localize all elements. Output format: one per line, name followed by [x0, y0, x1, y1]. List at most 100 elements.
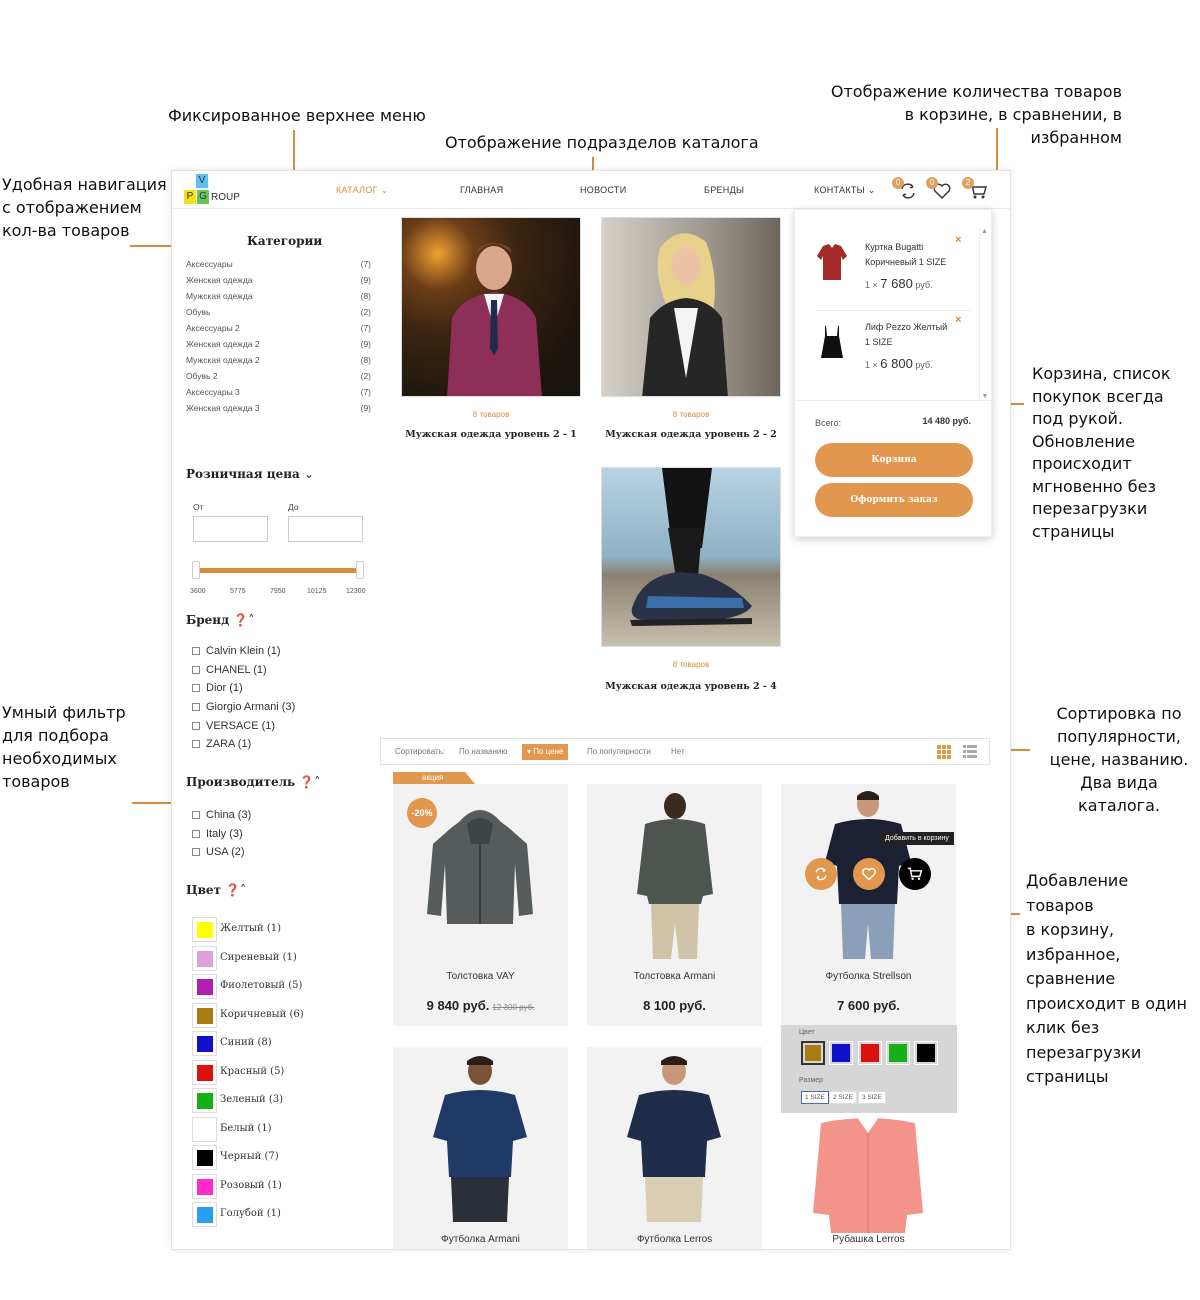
color-swatch-frame[interactable]: [192, 1145, 217, 1170]
maker-filter-title[interactable]: Производитель ❓˄: [186, 775, 320, 789]
product-card[interactable]: -20% Толстовка VAY 9 840 руб. 12 300 руб.: [393, 784, 568, 1026]
checkbox[interactable]: [192, 666, 200, 675]
color-swatch-frame[interactable]: [192, 1088, 217, 1113]
category-item[interactable]: Аксессуары 2 (7): [186, 323, 371, 339]
color-option[interactable]: [801, 1041, 825, 1065]
color-filter-title[interactable]: Цвет ❓˄: [186, 883, 246, 897]
price-filter-title[interactable]: Розничная цена ⌄: [186, 467, 314, 481]
cart-scrollbar[interactable]: ▲ ▼: [979, 228, 989, 400]
nav-brands[interactable]: БРЕНДЫ: [704, 185, 744, 195]
scroll-down-icon[interactable]: ▼: [980, 393, 990, 400]
checkbox[interactable]: [192, 684, 200, 693]
color-option[interactable]: [914, 1041, 938, 1065]
maker-checkbox[interactable]: USA (2): [192, 846, 245, 862]
subsection-image[interactable]: [601, 467, 781, 647]
category-item[interactable]: Обувь 2 (2): [186, 371, 371, 387]
nav-contacts[interactable]: КОНТАКТЫ ⌄: [814, 185, 876, 196]
remove-icon[interactable]: ×: [955, 314, 961, 326]
product-name[interactable]: Футболка Lerros: [587, 1234, 762, 1245]
grid-view-icon[interactable]: [937, 745, 951, 759]
checkbox[interactable]: [192, 703, 200, 712]
color-swatch-frame[interactable]: [192, 1031, 217, 1056]
product-card[interactable]: Футболка Armani: [393, 1047, 568, 1249]
price-slider-min-handle[interactable]: [192, 561, 200, 579]
product-card[interactable]: Добавить в корзину Футболка Strellson 7 …: [781, 784, 956, 1026]
checkbox[interactable]: [192, 722, 200, 731]
brand-checkbox[interactable]: ZARA (1): [192, 738, 251, 754]
category-item[interactable]: Мужская одежда 2 (8): [186, 355, 371, 371]
category-item[interactable]: Аксессуары 3 (7): [186, 387, 371, 403]
color-swatch-frame[interactable]: [192, 1116, 217, 1142]
subsection-image[interactable]: [401, 217, 581, 397]
color-swatch-frame[interactable]: [192, 1059, 217, 1085]
nav-catalog[interactable]: КАТАЛОГ ⌄: [336, 185, 388, 196]
sort-none[interactable]: Нет: [671, 747, 685, 756]
product-name[interactable]: Футболка Strellson: [781, 971, 956, 982]
remove-icon[interactable]: ×: [955, 234, 961, 246]
checkbox[interactable]: [192, 848, 200, 857]
favorite-button[interactable]: [853, 858, 885, 890]
cart-item-name[interactable]: Лиф Pezzo Желтый 1 SIZE: [865, 320, 947, 350]
size-option[interactable]: 1 SIZE: [801, 1091, 829, 1104]
maker-checkbox[interactable]: China (3): [192, 809, 251, 825]
checkbox[interactable]: [192, 811, 200, 820]
category-item[interactable]: Аксессуары (7): [186, 259, 371, 275]
price-to-input[interactable]: [288, 516, 363, 542]
brand-checkbox[interactable]: VERSACE (1): [192, 720, 275, 736]
category-item[interactable]: Женская одежда 2 (9): [186, 339, 371, 355]
price-from-input[interactable]: [193, 516, 268, 542]
price-slider-track[interactable]: [196, 568, 359, 573]
compare-button[interactable]: 0: [892, 177, 918, 201]
brand-checkbox[interactable]: CHANEL (1): [192, 664, 267, 680]
checkbox[interactable]: [192, 740, 200, 749]
category-item[interactable]: Женская одежда (9): [186, 275, 371, 291]
logo[interactable]: V P G ROUP: [184, 173, 246, 207]
compare-button[interactable]: [805, 858, 837, 890]
product-card[interactable]: Толстовка Armani 8 100 руб.: [587, 784, 762, 1026]
product-card[interactable]: Футболка Lerros: [587, 1047, 762, 1249]
brand-filter-title[interactable]: Бренд ❓˄: [186, 613, 254, 627]
color-swatch-frame[interactable]: [192, 1002, 217, 1028]
color-option[interactable]: [886, 1041, 910, 1065]
category-item[interactable]: Обувь (2): [186, 307, 371, 323]
sort-by-popularity[interactable]: По популярности: [587, 747, 651, 756]
size-option[interactable]: 3 SIZE: [858, 1091, 886, 1104]
product-card[interactable]: Рубашка Lerros: [781, 1113, 956, 1249]
product-name[interactable]: Рубашка Lerros: [781, 1234, 956, 1245]
color-option[interactable]: [858, 1041, 882, 1065]
favorites-button[interactable]: 0: [926, 177, 952, 201]
checkout-button[interactable]: Оформить заказ: [815, 483, 973, 517]
list-view-icon[interactable]: [963, 745, 977, 759]
product-name[interactable]: Футболка Armani: [393, 1234, 568, 1245]
color-swatch-frame[interactable]: [192, 917, 217, 942]
color-option[interactable]: [829, 1041, 853, 1065]
nav-home[interactable]: ГЛАВНАЯ: [460, 185, 503, 195]
color-swatch-frame[interactable]: [192, 1173, 217, 1199]
price-slider-max-handle[interactable]: [356, 561, 364, 579]
go-to-cart-button[interactable]: Корзина: [815, 443, 973, 477]
brand-checkbox[interactable]: Giorgio Armani (3): [192, 701, 295, 717]
subsection-name[interactable]: Мужская одежда уровень 2 - 4: [601, 681, 781, 692]
add-to-cart-button[interactable]: [899, 858, 931, 890]
brand-checkbox[interactable]: Calvin Klein (1): [192, 645, 281, 661]
color-swatch-frame[interactable]: [192, 1202, 217, 1227]
nav-news[interactable]: НОВОСТИ: [580, 185, 626, 195]
product-name[interactable]: Толстовка Armani: [587, 971, 762, 982]
subsection-name[interactable]: Мужская одежда уровень 2 - 1: [401, 429, 581, 440]
checkbox[interactable]: [192, 830, 200, 839]
subsection-name[interactable]: Мужская одежда уровень 2 - 2: [601, 429, 781, 440]
product-name[interactable]: Толстовка VAY: [393, 971, 568, 982]
sort-by-price[interactable]: ▾ По цене: [522, 744, 569, 760]
scroll-up-icon[interactable]: ▲: [980, 228, 989, 235]
size-option[interactable]: 2 SIZE: [829, 1091, 857, 1104]
checkbox[interactable]: [192, 647, 200, 656]
color-swatch-frame[interactable]: [192, 974, 217, 999]
color-swatch-frame[interactable]: [192, 945, 217, 971]
cart-button[interactable]: 2: [962, 177, 988, 201]
category-item[interactable]: Мужская одежда (8): [186, 291, 371, 307]
maker-checkbox[interactable]: Italy (3): [192, 828, 243, 844]
sort-by-name[interactable]: По названию: [459, 747, 507, 756]
subsection-image[interactable]: [601, 217, 781, 397]
category-item[interactable]: Женская одежда 3 (9): [186, 403, 371, 419]
brand-checkbox[interactable]: Dior (1): [192, 682, 243, 698]
